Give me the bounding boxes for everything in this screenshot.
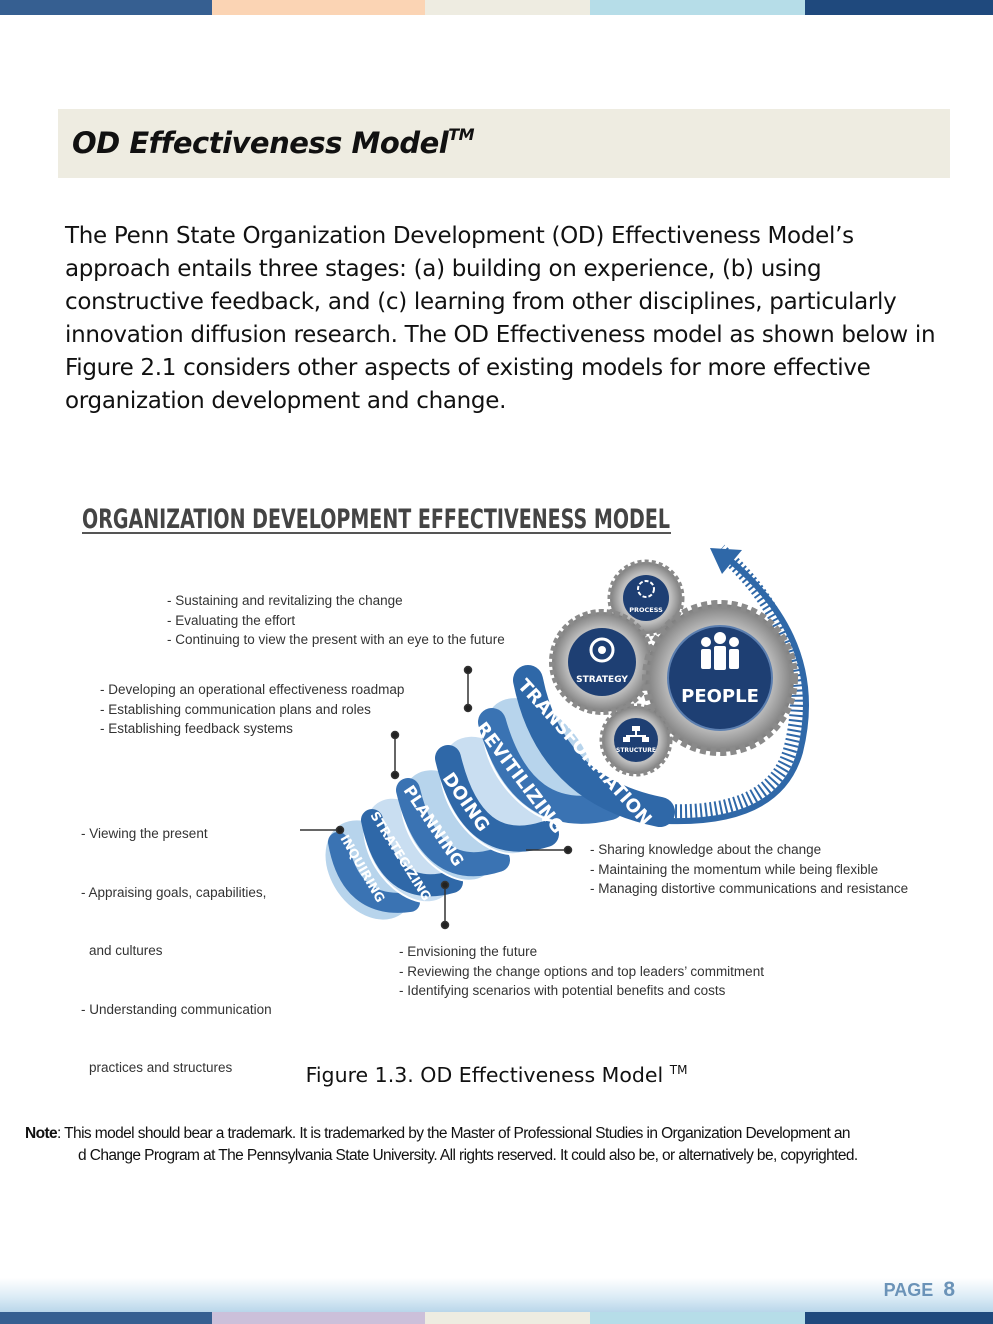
od-effectiveness-figure: ORGANIZATION DEVELOPMENT EFFECTIVENESS M… <box>70 490 950 1075</box>
page-number: PAGE 8 <box>883 1278 955 1301</box>
figure-caption: Figure 1.3. OD Effectiveness Model TM <box>305 1063 688 1087</box>
svg-text:STRUCTURE: STRUCTURE <box>616 747 656 754</box>
people-icon <box>701 632 739 670</box>
gear-strategy: STRATEGY <box>549 609 655 715</box>
trademark-mark: TM <box>448 125 475 145</box>
figure-heading: ORGANIZATION DEVELOPMENT EFFECTIVENESS M… <box>82 504 670 535</box>
svg-text:PEOPLE: PEOPLE <box>681 686 759 707</box>
top-color-bar <box>0 0 993 15</box>
svg-text:PROCESS: PROCESS <box>629 606 663 614</box>
footer-glow <box>0 1278 993 1312</box>
annotation-sustain: - Sustaining and revitalizing the change… <box>167 593 505 647</box>
annotation-knowledge: - Sharing knowledge about the change - M… <box>590 842 909 896</box>
svg-text:STRATEGY: STRATEGY <box>576 675 628 685</box>
intro-paragraph: The Penn State Organization Development … <box>65 223 936 414</box>
annotation-roadmap: - Developing an operational effectivenes… <box>100 682 405 736</box>
bottom-color-bar <box>0 1312 993 1324</box>
annotation-future: - Envisioning the future - Reviewing the… <box>399 944 764 998</box>
note-label: Note <box>25 1125 58 1142</box>
trademark-note: Note: This model should bear a trademark… <box>25 1125 858 1164</box>
gear-structure: STRUCTURE <box>599 703 673 777</box>
section-title: OD Effectiveness ModelTM <box>72 125 475 160</box>
section-title-box: OD Effectiveness ModelTM <box>58 109 950 178</box>
